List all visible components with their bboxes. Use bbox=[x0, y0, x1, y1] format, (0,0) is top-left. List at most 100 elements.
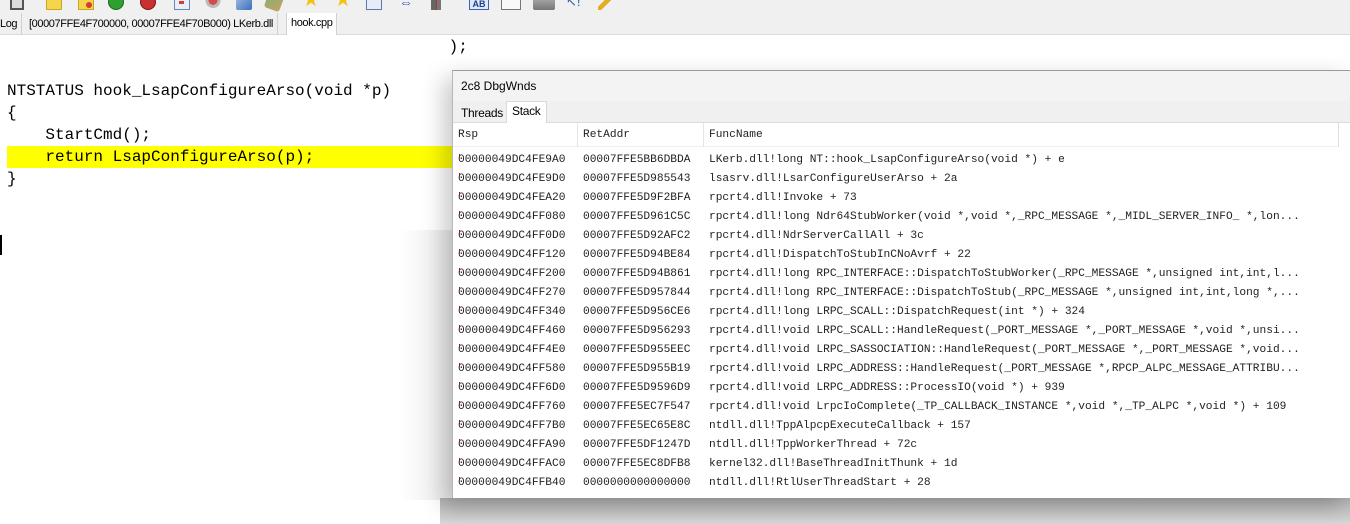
margin-mark bbox=[459, 401, 460, 405]
bookmark-star-2-icon[interactable]: ★ bbox=[334, 0, 352, 10]
code-line-signature: NTSTATUS hook_LsapConfigureArso(void *p) bbox=[7, 82, 392, 100]
rsp-cell: 00000049DC4FF7B0 bbox=[458, 420, 566, 432]
cube-icon[interactable] bbox=[236, 0, 252, 10]
gear-icon[interactable] bbox=[205, 0, 221, 10]
stack-frame-row[interactable]: 00000049DC4FE9D0 00007FFE5D985543 lsasrv.d… bbox=[453, 170, 1339, 189]
go-icon[interactable] bbox=[108, 0, 124, 10]
stack-frame-row[interactable]: 00000049DC4FF7B0 00007FFE5EC65E8C ntdll.dl… bbox=[453, 417, 1339, 436]
column-header-funcname[interactable]: FuncName bbox=[704, 123, 1338, 147]
rsp-cell: 00000049DC4FF340 bbox=[458, 306, 566, 318]
retaddr-cell: 00007FFE5D956CE6 bbox=[583, 306, 691, 318]
open-folder-icon[interactable] bbox=[46, 0, 62, 10]
rsp-cell: 00000049DC4FFA90 bbox=[458, 439, 566, 451]
debug-window-tabs: Threads Stack bbox=[453, 101, 1350, 124]
debug-window[interactable]: 2c8 DbgWnds Threads Stack Rsp RetAddr Fu… bbox=[452, 70, 1350, 498]
tab-stack[interactable]: Stack bbox=[506, 101, 547, 124]
rsp-cell: 00000049DC4FF0D0 bbox=[458, 230, 566, 242]
stack-frame-row[interactable]: 00000049DC4FF080 00007FFE5D961C5C rpcrt4.d… bbox=[453, 208, 1339, 227]
retaddr-cell: 00007FFE5D9596D9 bbox=[583, 382, 691, 394]
stack-frame-row[interactable]: 00000049DC4FF4E0 00007FFE5D955EEC rpcrt4.d… bbox=[453, 341, 1339, 360]
bookmark-star-icon[interactable]: ★ bbox=[302, 0, 320, 10]
wand-icon[interactable] bbox=[598, 0, 614, 10]
stack-frame-row[interactable]: 00000049DC4FF580 00007FFE5D955B19 rpcrt4.d… bbox=[453, 360, 1339, 379]
printer-icon[interactable] bbox=[533, 0, 555, 10]
stack-frame-row[interactable]: 00000049DC4FF120 00007FFE5D94BE84 rpcrt4.d… bbox=[453, 246, 1339, 265]
rsp-cell: 00000049DC4FE9D0 bbox=[458, 173, 566, 185]
stack-frame-row[interactable]: 00000049DC4FF760 00007FFE5EC7F547 rpcrt4.d… bbox=[453, 398, 1339, 417]
code-line-startcmd: StartCmd(); bbox=[7, 126, 152, 144]
funcname-cell: LKerb.dll!long NT::hook_LsapConfigureArs… bbox=[709, 154, 1065, 166]
tab-threads[interactable]: Threads bbox=[456, 103, 508, 123]
code-line: ); bbox=[7, 38, 468, 56]
margin-mark bbox=[459, 173, 460, 177]
stack-list[interactable]: Rsp RetAddr FuncName 00000049DC4FE9A0 000… bbox=[453, 123, 1350, 498]
window-icon[interactable] bbox=[174, 0, 190, 10]
list-icon[interactable] bbox=[366, 0, 382, 10]
brush-icon[interactable] bbox=[263, 0, 285, 13]
funcname-cell: rpcrt4.dll!NdrServerCallAll + 3c bbox=[709, 230, 924, 242]
code-line-close-brace: } bbox=[7, 170, 17, 188]
text-caret bbox=[0, 235, 2, 255]
breakpoint-margin-marks bbox=[459, 146, 461, 486]
book-icon[interactable] bbox=[431, 0, 441, 10]
tab-log[interactable]: Log bbox=[0, 13, 23, 35]
window-shadow-bottom bbox=[440, 498, 1350, 524]
column-header-retaddr[interactable]: RetAddr bbox=[578, 123, 704, 147]
margin-mark bbox=[459, 325, 460, 329]
stack-frame-row[interactable]: 00000049DC4FE9A0 00007FFE5BB6DBDA LKerb.dl… bbox=[453, 151, 1339, 170]
code-line-open-brace: { bbox=[7, 104, 17, 122]
retaddr-cell: 00007FFE5D957844 bbox=[583, 287, 691, 299]
retaddr-cell: 00007FFE5D9F2BFA bbox=[583, 192, 691, 204]
funcname-cell: ntdll.dll!TppAlpcpExecuteCallback + 157 bbox=[709, 420, 971, 432]
form-icon[interactable] bbox=[501, 0, 521, 10]
stack-frame-row[interactable]: 00000049DC4FF200 00007FFE5D94B861 rpcrt4.d… bbox=[453, 265, 1339, 284]
retaddr-cell: 00007FFE5D961C5C bbox=[583, 211, 691, 223]
rsp-cell: 00000049DC4FE9A0 bbox=[458, 154, 566, 166]
stack-frame-row[interactable]: 00000049DC4FF6D0 00007FFE5D9596D9 rpcrt4.d… bbox=[453, 379, 1339, 398]
stack-frame-row[interactable]: 00000049DC4FFAC0 00007FFE5EC8DFB8 kernel32… bbox=[453, 455, 1339, 474]
funcname-cell: kernel32.dll!BaseThreadInitThunk + 1d bbox=[709, 458, 958, 470]
funcname-cell: rpcrt4.dll!Invoke + 73 bbox=[709, 192, 857, 204]
margin-mark bbox=[459, 230, 460, 234]
funcname-cell: rpcrt4.dll!long Ndr64StubWorker(void *,v… bbox=[709, 211, 1300, 223]
rsp-cell: 00000049DC4FF270 bbox=[458, 287, 566, 299]
margin-mark bbox=[459, 363, 460, 367]
stop-icon[interactable] bbox=[140, 0, 156, 10]
stack-frame-row[interactable]: 00000049DC4FFB40 0000000000000000 ntdll.dl… bbox=[453, 474, 1339, 493]
stack-frame-row[interactable]: 00000049DC4FF460 00007FFE5D956293 rpcrt4.d… bbox=[453, 322, 1339, 341]
funcname-cell: ntdll.dll!RtlUserThreadStart + 28 bbox=[709, 477, 931, 489]
rsp-cell: 00000049DC4FF6D0 bbox=[458, 382, 566, 394]
retaddr-cell: 00007FFE5EC65E8C bbox=[583, 420, 691, 432]
cursor-help-icon[interactable]: ↖! bbox=[566, 0, 582, 13]
retaddr-cell: 00007FFE5EC7F547 bbox=[583, 401, 691, 413]
rsp-cell: 00000049DC4FF460 bbox=[458, 325, 566, 337]
retaddr-cell: 00007FFE5D955B19 bbox=[583, 363, 691, 375]
funcname-cell: rpcrt4.dll!void LRPC_SCALL::HandleReques… bbox=[709, 325, 1300, 337]
save-icon[interactable] bbox=[10, 0, 24, 10]
arrows-icon[interactable]: ⇔ bbox=[398, 0, 414, 12]
stack-frame-row[interactable]: 00000049DC4FF340 00007FFE5D956CE6 rpcrt4.d… bbox=[453, 303, 1339, 322]
funcname-cell: rpcrt4.dll!long RPC_INTERFACE::DispatchT… bbox=[709, 287, 1300, 299]
column-header-rsp[interactable]: Rsp bbox=[453, 123, 578, 147]
window-shadow bbox=[400, 230, 452, 500]
tab-hook-cpp[interactable]: hook.cpp bbox=[286, 13, 338, 36]
stack-frame-row[interactable]: 00000049DC4FF0D0 00007FFE5D92AFC2 rpcrt4.d… bbox=[453, 227, 1339, 246]
tab-lkerb-dll[interactable]: [00007FFE4F700000, 00007FFE4F70B000) LKe… bbox=[25, 13, 278, 35]
margin-mark bbox=[459, 192, 460, 196]
open-folder-red-icon[interactable] bbox=[78, 0, 94, 10]
retaddr-cell: 00007FFE5D92AFC2 bbox=[583, 230, 691, 242]
stack-frame-row[interactable]: 00000049DC4FF270 00007FFE5D957844 rpcrt4.d… bbox=[453, 284, 1339, 303]
code-line-highlighted-return: return LsapConfigureArso(p); bbox=[7, 146, 457, 168]
funcname-cell: rpcrt4.dll!void LRPC_SASSOCIATION::Handl… bbox=[709, 344, 1300, 356]
margin-mark bbox=[459, 344, 460, 348]
rsp-cell: 00000049DC4FF580 bbox=[458, 363, 566, 375]
margin-mark bbox=[459, 439, 460, 443]
rsp-cell: 00000049DC4FEA20 bbox=[458, 192, 566, 204]
text-ab-icon[interactable]: AB bbox=[469, 0, 489, 10]
funcname-cell: ntdll.dll!TppWorkerThread + 72c bbox=[709, 439, 918, 451]
stack-frame-row[interactable]: 00000049DC4FEA20 00007FFE5D9F2BFA rpcrt4.d… bbox=[453, 189, 1339, 208]
margin-mark bbox=[459, 287, 460, 291]
header-divider bbox=[1338, 123, 1339, 147]
stack-frame-row[interactable]: 00000049DC4FFA90 00007FFE5DF1247D ntdll.dl… bbox=[453, 436, 1339, 455]
margin-mark bbox=[459, 477, 460, 481]
